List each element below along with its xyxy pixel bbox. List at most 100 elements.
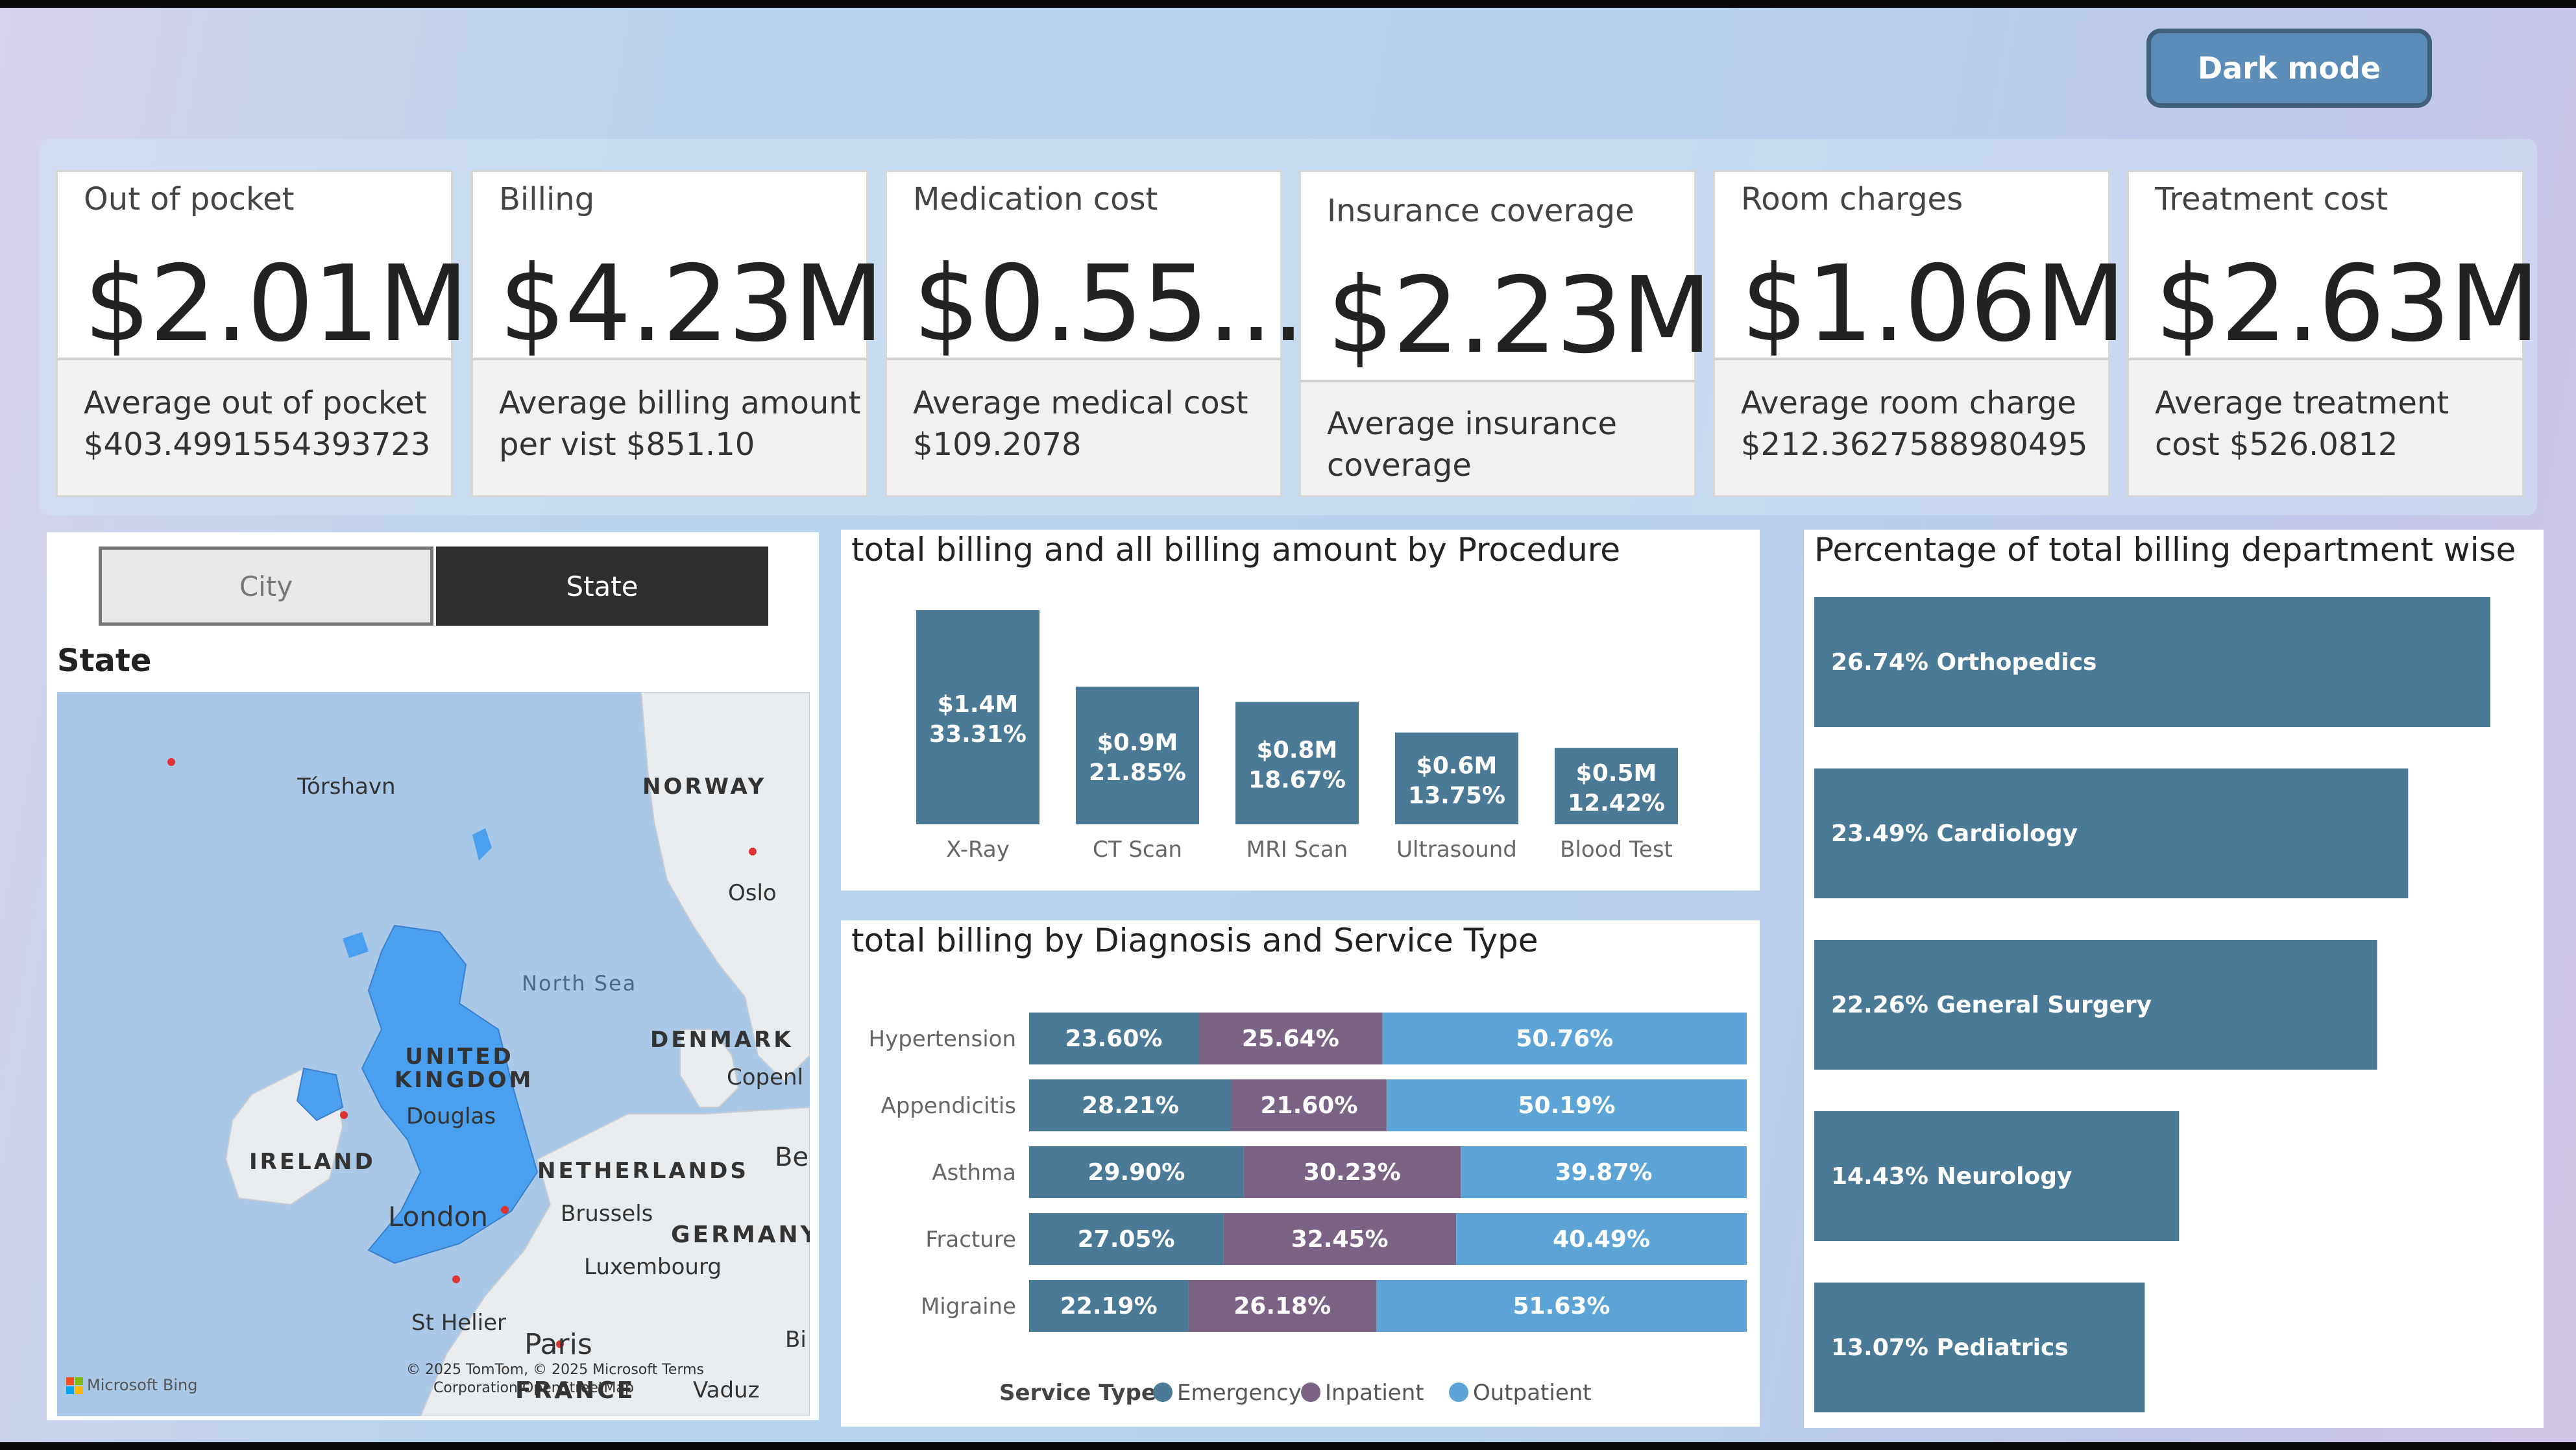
procedure-bar-value-label: $0.6M [1416,752,1498,779]
diagnosis-category-label: Hypertension [869,1026,1016,1052]
diagnosis-segment-label: 26.18% [1233,1293,1331,1320]
kpi-label: Room charges [1741,181,1963,217]
procedure-category-label: CT Scan [1093,837,1182,863]
legend-marker [1301,1382,1320,1402]
procedure-bar-percent-label: 13.75% [1408,782,1505,809]
kpi-subtext: Average insurance coverage [1327,406,1618,484]
map-title: State [57,643,152,679]
kpi-subtext: Average treatment cost $526.0812 [2155,385,2449,463]
legend-label: Inpatient [1325,1380,1424,1406]
map-label-denmark: DENMARK [650,1027,794,1053]
map-label-norway: NORWAY [642,774,767,800]
kpi-value: $4.23M [499,243,884,365]
diagnosis-category-label: Asthma [932,1160,1016,1186]
department-bar-label: 14.43% Neurology [1831,1163,2072,1190]
map-label-germany: GERMANY [671,1222,810,1248]
kpi-card-billing[interactable]: Billing $4.23M Average billing amount pe… [471,170,884,497]
map-label-luxembourg: Luxembourg [584,1254,722,1280]
kpi-card-treatment-cost[interactable]: Treatment cost $2.63M Average treatment … [2127,170,2540,497]
kpi-subtext: Average medical cost $109.2078 [913,385,1248,463]
dark-mode-button[interactable]: Dark mode [2146,29,2432,108]
diagnosis-segment-label: 32.45% [1291,1226,1389,1253]
procedure-bar-percent-label: 33.31% [929,721,1027,748]
map-label-oslo: Oslo [728,880,777,906]
map-copyright[interactable]: © 2025 TomTom, © 2025 Microsoft Terms [406,1362,704,1378]
department-chart-title: Percentage of total billing department w… [1814,531,2516,569]
map-label-torshavn: Tórshavn [297,774,396,800]
procedure-bar-chart: $1.4M 33.31% X-Ray $0.9M 21.85% CT Scan $0.8M 1… [916,610,1678,863]
kpi-subtext: Average billing amount per vist $851.10 [499,385,861,463]
kpi-subtext: Average room charge $212.3627588980495 [1741,385,2088,463]
kpi-value: $0.55... [913,243,1305,365]
map-label-be: Be [775,1142,809,1172]
procedure-category-label: X-Ray [946,837,1010,863]
diagnosis-category-label: Fracture [925,1227,1016,1253]
kpi-label: Medication cost [913,181,1158,217]
city-toggle-button[interactable]: City [99,547,433,626]
diagnosis-segment-label: 25.64% [1242,1026,1339,1052]
department-bar-label: 26.74% Orthopedics [1831,649,2096,676]
map-label-paris: Paris [524,1328,592,1361]
legend-marker [1449,1382,1468,1402]
legend-title: Service Type [999,1380,1156,1406]
procedure-bar-value-label: $0.5M [1576,760,1657,787]
map-label-st-helier: St Helier [411,1310,506,1336]
department-bar-label: 13.07% Pediatrics [1831,1334,2069,1361]
diagnosis-segment-label: 28.21% [1082,1092,1179,1119]
kpi-card-room-charges[interactable]: Room charges $1.06M Average room charge … [1713,170,2126,497]
kpi-value: $2.23M [1327,255,1712,377]
diagnosis-category-label: Migraine [921,1294,1016,1320]
kpi-card-insurance-coverage[interactable]: Insurance coverage $2.23M Average insura… [1299,170,1712,497]
procedure-category-label: Ultrasound [1396,837,1517,863]
department-bar-label: 23.49% Cardiology [1831,820,2078,847]
map-label-netherlands: NETHERLANDS [537,1158,749,1184]
diagnosis-segment-label: 27.05% [1078,1226,1175,1253]
diagnosis-segment-label: 22.19% [1060,1293,1158,1320]
legend-label: Emergency [1177,1380,1302,1406]
diagnosis-segment-label: 40.49% [1553,1226,1650,1253]
procedure-category-label: Blood Test [1560,837,1673,863]
kpi-card-medication-cost[interactable]: Medication cost $0.55... Average medical… [885,170,1305,497]
procedure-bar-value-label: $0.9M [1097,730,1178,756]
legend-label: Outpatient [1473,1380,1592,1406]
diagnosis-chart-title: total billing by Diagnosis and Service T… [851,922,1538,959]
procedure-category-label: MRI Scan [1246,837,1348,863]
kpi-label: Treatment cost [2155,181,2388,217]
kpi-label: Insurance coverage [1327,193,1634,229]
state-toggle-button[interactable]: State [436,547,768,626]
diagnosis-segment-label: 21.60% [1260,1092,1357,1119]
kpi-label: Out of pocket [84,181,295,217]
department-bar-label: 22.26% General Surgery [1831,992,2152,1018]
diagnosis-segment-label: 23.60% [1065,1026,1163,1052]
map-label-london: London [388,1201,488,1233]
diagnosis-segment-label: 51.63% [1513,1293,1610,1320]
kpi-card-out-of-pocket[interactable]: Out of pocket $2.01M Average out of pock… [56,170,469,497]
kpi-subtext: Average out of pocket $403.4991554393723 [84,385,431,463]
map-corp: Corporation OpenStreetMap [433,1380,634,1396]
procedure-bar-percent-label: 21.85% [1089,759,1186,786]
state-map[interactable]: Tórshavn NORWAY Oslo North Sea DENMARK C… [57,692,810,1416]
top-border [0,0,2576,8]
procedure-chart-title: total billing and all billing amount by … [851,531,1621,569]
dashboard-canvas: Dark mode Out of pocket $2.01M Average o… [0,0,2576,1450]
diagnosis-segment-label: 39.87% [1555,1159,1653,1186]
map-label-douglas: Douglas [406,1103,496,1129]
procedure-bar-value-label: $1.4M [938,691,1019,718]
procedure-bar-value-label: $0.8M [1257,737,1338,764]
map-label-bi: Bi [785,1327,807,1353]
map-label-vaduz: Vaduz [693,1377,760,1403]
kpi-value: $2.63M [2155,243,2540,365]
map-label-uk: UNITED KINGDOM [395,1044,534,1093]
procedure-bar-percent-label: 18.67% [1248,767,1346,794]
bottom-border [0,1442,2576,1450]
diagnosis-stacked-bar-chart: Hypertension 23.60% 25.64% 50.76% Appendicit… [869,1013,1747,1406]
diagnosis-segment-label: 29.90% [1088,1159,1185,1186]
map-label-ireland: IRELAND [249,1149,376,1175]
kpi-label: Billing [499,181,595,217]
map-label-copenhagen: Copenl [727,1064,804,1090]
legend-marker [1153,1382,1173,1402]
department-bar-chart: 26.74% Orthopedics 23.49% Cardiology 22.26… [1814,597,2490,1412]
diagnosis-segment-label: 50.76% [1516,1026,1613,1052]
diagnosis-segment-label: 30.23% [1304,1159,1401,1186]
map-label-brussels: Brussels [561,1201,653,1227]
